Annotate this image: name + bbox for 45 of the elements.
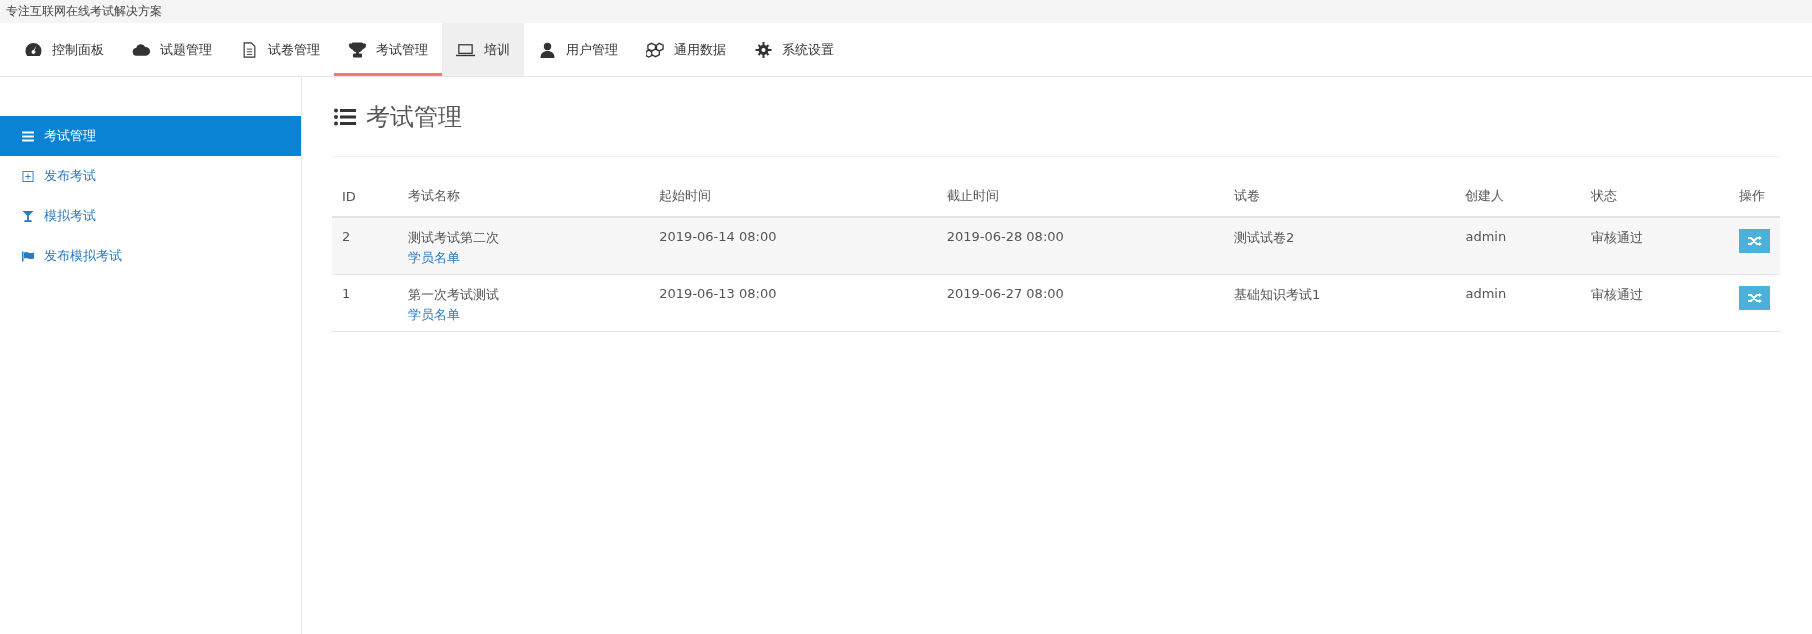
table-cell: 2019-06-14 08:00 bbox=[649, 217, 937, 275]
laptop-icon bbox=[456, 41, 475, 58]
table-cell: 审核通过 bbox=[1581, 217, 1735, 275]
student-list-link[interactable]: 学员名单 bbox=[407, 307, 460, 324]
trophy-icon bbox=[348, 41, 367, 58]
table-cell: 1 bbox=[332, 274, 398, 332]
dashboard-icon bbox=[24, 41, 43, 58]
cubes-icon bbox=[646, 41, 665, 58]
nav-tab[interactable]: 试卷管理 bbox=[226, 23, 334, 76]
nav-tab[interactable]: 通用数据 bbox=[632, 23, 740, 76]
table-cell: 2019-06-13 08:00 bbox=[649, 274, 937, 332]
nav-tab[interactable]: 系统设置 bbox=[740, 23, 848, 76]
settings-icon bbox=[754, 41, 773, 58]
table-cell: admin bbox=[1455, 217, 1582, 275]
table-cell: 基础知识考试1 bbox=[1224, 274, 1456, 332]
table-cell-text: 第一次考试测试 bbox=[407, 286, 500, 304]
shuffle-button[interactable] bbox=[1739, 229, 1770, 253]
table-cell: 2019-06-27 08:00 bbox=[936, 274, 1224, 332]
nav-tab[interactable]: 培训 bbox=[442, 23, 524, 76]
table-cell: admin bbox=[1455, 274, 1582, 332]
sidebar-item[interactable]: 考试管理 bbox=[0, 116, 301, 156]
page-title: 考试管理 bbox=[366, 101, 462, 133]
table-cell: 审核通过 bbox=[1581, 274, 1735, 332]
nav-tab[interactable]: 控制面板 bbox=[10, 23, 118, 76]
sidebar-item[interactable]: 发布考试 bbox=[0, 156, 301, 196]
plus-square-icon bbox=[22, 170, 34, 182]
student-list-link[interactable]: 学员名单 bbox=[407, 250, 460, 267]
table-cell: 2019-06-28 08:00 bbox=[936, 217, 1224, 275]
user-icon bbox=[538, 41, 557, 58]
shuffle-icon bbox=[1747, 236, 1762, 246]
list-icon bbox=[22, 130, 34, 142]
table-cell: 2 bbox=[332, 217, 398, 275]
filter-icon bbox=[22, 210, 34, 222]
site-slogan: 专注互联网在线考试解决方案 bbox=[6, 3, 162, 20]
flag-icon bbox=[22, 250, 34, 262]
nav-tab[interactable]: 试题管理 bbox=[118, 23, 226, 76]
table-cell: 测试试卷2 bbox=[1224, 217, 1456, 275]
sidebar-item[interactable]: 发布模拟考试 bbox=[0, 236, 301, 276]
shuffle-button[interactable] bbox=[1739, 286, 1770, 310]
cloud-icon bbox=[132, 41, 151, 58]
list-icon bbox=[334, 107, 356, 126]
shuffle-icon bbox=[1747, 293, 1762, 303]
sidebar-item[interactable]: 模拟考试 bbox=[0, 196, 301, 236]
nav-tab[interactable]: 用户管理 bbox=[524, 23, 632, 76]
table-cell-text: 测试考试第二次 bbox=[407, 229, 500, 247]
